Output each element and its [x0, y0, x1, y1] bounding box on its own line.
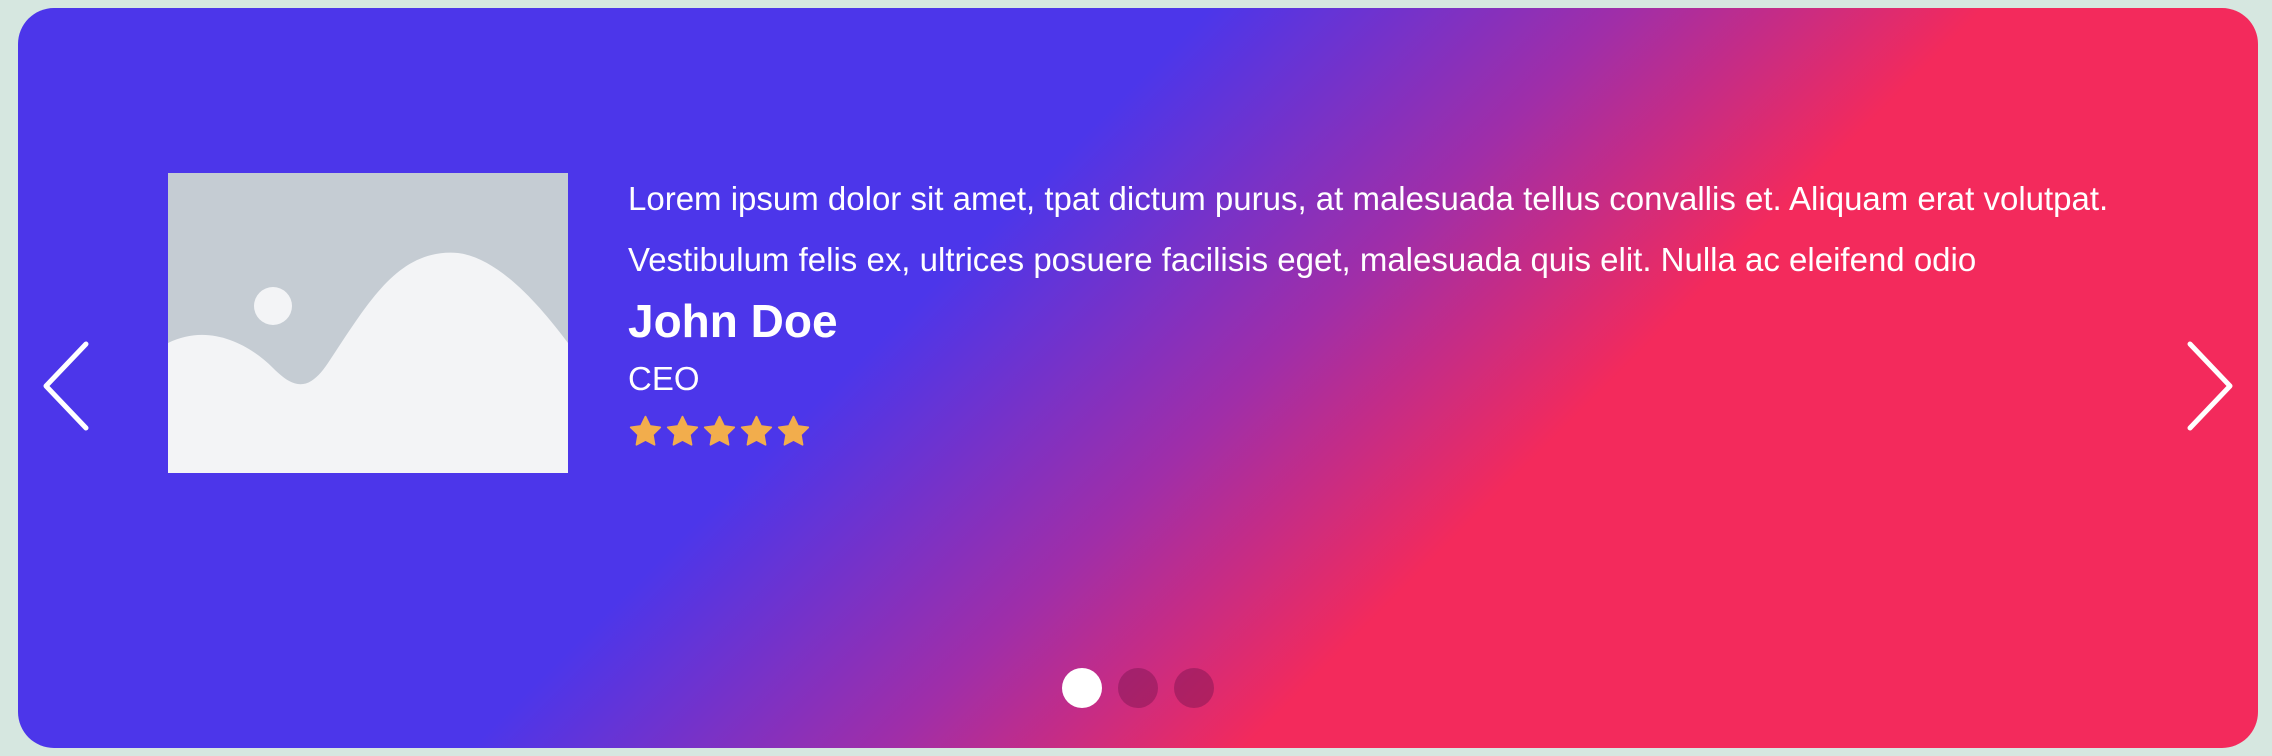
star-icon: [629, 415, 662, 446]
testimonial-author-name: John Doe: [628, 295, 838, 347]
carousel-dot-1[interactable]: [1062, 668, 1102, 708]
chevron-left-icon: [43, 341, 89, 431]
testimonial-quote: Lorem ipsum dolor sit amet, tpat dictum …: [628, 180, 2109, 278]
star-icon: [703, 415, 736, 446]
star-rating: [628, 414, 2128, 449]
star-icon: [777, 415, 810, 446]
chevron-right-icon: [2187, 341, 2233, 431]
avatar: [168, 173, 568, 473]
testimonial-carousel: Lorem ipsum dolor sit amet, tpat dictum …: [18, 8, 2258, 748]
testimonial-author-role: CEO: [628, 360, 700, 397]
carousel-pagination: [1062, 668, 1214, 708]
testimonial-content: Lorem ipsum dolor sit amet, tpat dictum …: [628, 178, 2128, 449]
star-icon: [740, 415, 773, 446]
carousel-dot-3[interactable]: [1174, 668, 1214, 708]
previous-slide-button[interactable]: [38, 336, 98, 436]
next-slide-button[interactable]: [2178, 336, 2238, 436]
carousel-dot-2[interactable]: [1118, 668, 1158, 708]
image-placeholder-icon: [168, 173, 568, 473]
star-icon: [666, 415, 699, 446]
